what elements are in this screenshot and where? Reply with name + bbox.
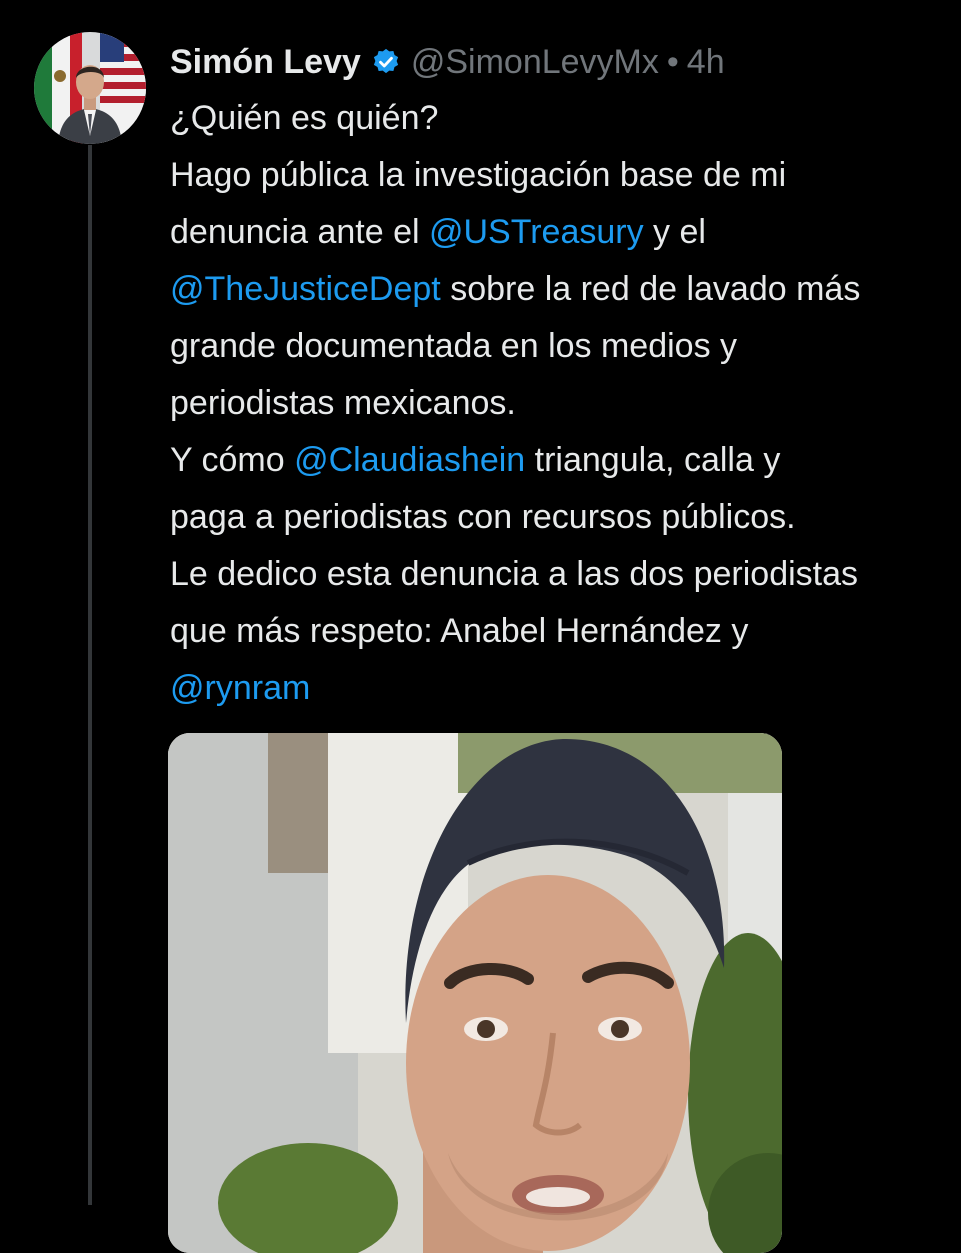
tweet-text-segment: Le dedico esta denuncia a las dos period… (170, 555, 859, 593)
separator-dot: • (666, 42, 679, 81)
tweet-text-segment: periodistas mexicanos. (170, 384, 516, 422)
tweet-text-line: Le dedico esta denuncia a las dos period… (170, 546, 961, 603)
verified-badge-icon (371, 47, 401, 77)
tweet-text-segment: sobre la red de lavado más (440, 270, 861, 308)
author-name[interactable]: Simón Levy (170, 43, 361, 82)
tweet-text-segment: grande documentada en los medios y (170, 327, 738, 365)
tweet-text-segment: Y cómo (170, 441, 295, 479)
tweet-text-line: paga a periodistas con recursos públicos… (170, 489, 961, 546)
tweet-text-line: Y cómo @Claudiashein triangula, calla y (170, 432, 961, 489)
mention-link[interactable]: @USTreasury (429, 213, 644, 251)
tweet-text-line: @TheJusticeDept sobre la red de lavado m… (170, 261, 961, 318)
tweet-text-segment: y el (643, 213, 706, 251)
tweet-text-line: denuncia ante el @USTreasury y el (170, 204, 961, 261)
tweet-text-line: que más respeto: Anabel Hernández y (170, 603, 961, 660)
mention-link[interactable]: @TheJusticeDept (170, 270, 441, 308)
tweet-header: Simón Levy @SimonLevyMx • 4h (170, 38, 725, 86)
tweet-video-thumbnail[interactable] (168, 733, 782, 1253)
tweet-text-line: Hago pública la investigación base de mi (170, 147, 961, 204)
mention-link[interactable]: @Claudiashein (294, 441, 525, 479)
tweet-text-segment: paga a periodistas con recursos públicos… (170, 498, 796, 536)
mention-link[interactable]: @rynram (170, 669, 310, 707)
tweet-text-segment: Hago pública la investigación base de mi (170, 156, 787, 194)
tweet-text-segment: ¿Quién es quién? (170, 99, 439, 137)
tweet-text: ¿Quién es quién? Hago pública la investig… (170, 90, 961, 717)
thread-line (88, 145, 92, 1205)
post-time[interactable]: 4h (687, 43, 725, 82)
tweet-text-segment: triangula, calla y (525, 441, 781, 479)
tweet-text-segment: denuncia ante el (170, 213, 429, 251)
avatar[interactable] (34, 32, 146, 144)
tweet-text-line: periodistas mexicanos. (170, 375, 961, 432)
tweet-text-line: @rynram (170, 660, 961, 717)
author-handle[interactable]: @SimonLevyMx (411, 43, 659, 82)
tweet-text-segment: que más respeto: Anabel Hernández y (170, 612, 749, 650)
tweet-text-line: ¿Quién es quién? (170, 90, 961, 147)
tweet-text-line: grande documentada en los medios y (170, 318, 961, 375)
